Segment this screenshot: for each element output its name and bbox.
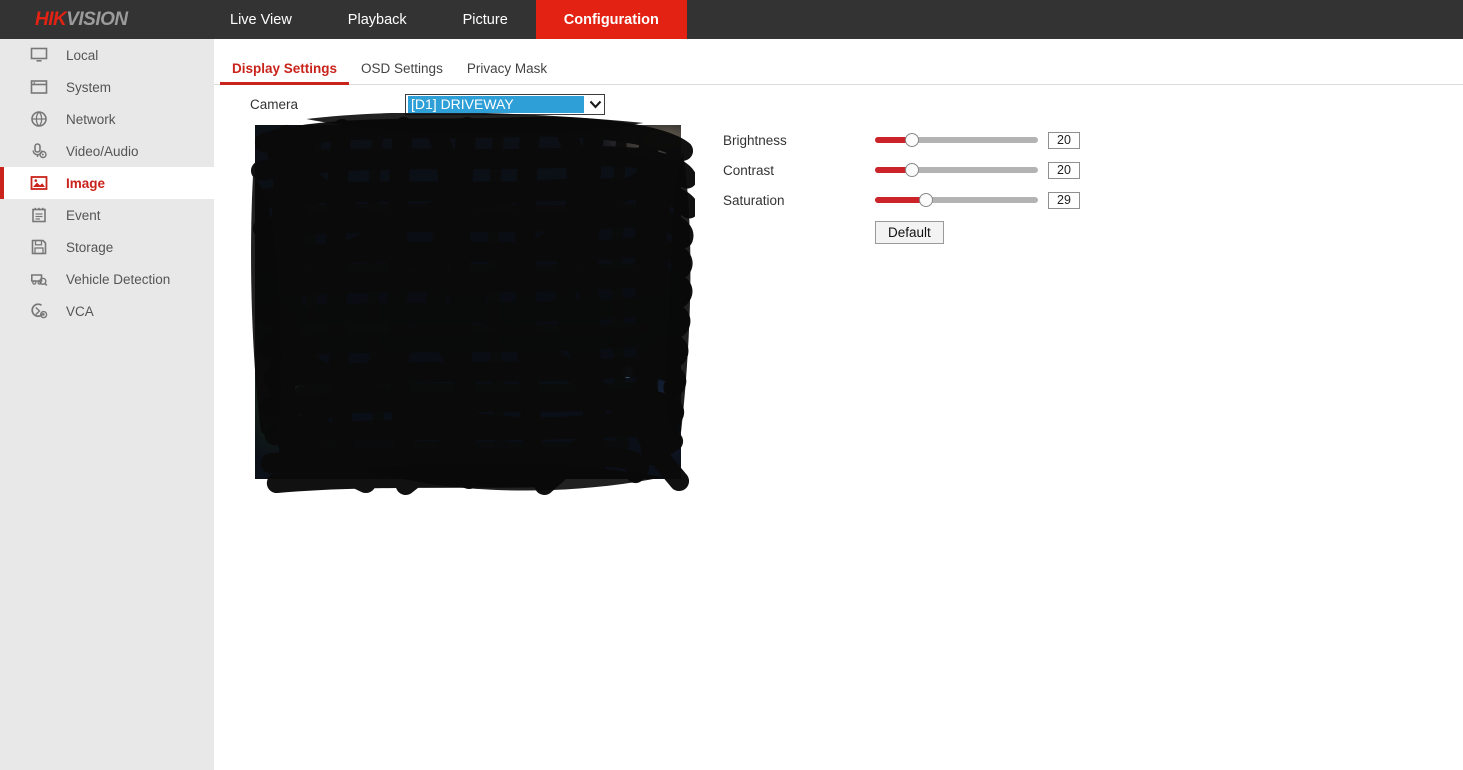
- camera-select[interactable]: [D1] DRIVEWAY: [405, 94, 605, 115]
- slider-thumb[interactable]: [905, 163, 920, 177]
- top-navigation-bar: HIK VISION Live View Playback Picture Con…: [0, 0, 1463, 39]
- sidebar-item-label: Video/Audio: [66, 143, 139, 159]
- floppy-disk-icon: [28, 236, 50, 258]
- tab-osd-settings[interactable]: OSD Settings: [349, 61, 455, 84]
- sidebar-navigation: Local System Network Video/Audio Image E…: [0, 39, 214, 770]
- nav-item-live-view[interactable]: Live View: [202, 0, 320, 39]
- sidebar-item-event[interactable]: Event: [0, 199, 214, 231]
- sidebar-item-label: Local: [66, 47, 99, 63]
- contrast-slider[interactable]: [875, 161, 1038, 179]
- brightness-slider[interactable]: [875, 131, 1038, 149]
- sidebar-item-label: Storage: [66, 239, 114, 255]
- slider-thumb[interactable]: [905, 133, 920, 147]
- vehicle-search-icon: [28, 268, 50, 290]
- contrast-row: Contrast: [723, 155, 1103, 185]
- default-button-row: Default: [723, 215, 1103, 249]
- sidebar-item-vehicle-detection[interactable]: Vehicle Detection: [0, 263, 214, 295]
- contrast-label: Contrast: [723, 162, 775, 178]
- saturation-row: Saturation: [723, 185, 1103, 215]
- sidebar-item-local[interactable]: Local: [0, 39, 214, 71]
- picture-icon: [28, 172, 50, 194]
- main-nav: Live View Playback Picture Configuration: [202, 0, 687, 39]
- sidebar-item-label: System: [66, 79, 112, 95]
- camera-selector-row: Camera [D1] DRIVEWAY: [250, 94, 605, 115]
- saturation-value-input[interactable]: [1048, 191, 1080, 209]
- settings-tabs: Display Settings OSD Settings Privacy Ma…: [214, 53, 1463, 85]
- logo-hik-text: HIK: [35, 8, 67, 30]
- chevron-down-icon[interactable]: [586, 95, 604, 114]
- tab-privacy-mask[interactable]: Privacy Mask: [455, 61, 559, 84]
- calendar-icon: [28, 204, 50, 226]
- nav-item-configuration[interactable]: Configuration: [535, 0, 687, 39]
- sidebar-item-label: Image: [66, 175, 106, 191]
- hikvision-logo: HIK VISION: [0, 0, 145, 39]
- sidebar-item-image[interactable]: Image: [0, 167, 214, 199]
- content-area: Display Settings OSD Settings Privacy Ma…: [214, 39, 1463, 770]
- sidebar-item-system[interactable]: System: [0, 71, 214, 103]
- nav-item-playback[interactable]: Playback: [320, 0, 435, 39]
- sidebar-item-storage[interactable]: Storage: [0, 231, 214, 263]
- microphone-icon: [28, 140, 50, 162]
- camera-select-value: [D1] DRIVEWAY: [408, 96, 584, 113]
- sidebar-item-label: Event: [66, 207, 101, 223]
- sidebar-item-label: Vehicle Detection: [66, 271, 171, 287]
- window-icon: [28, 76, 50, 98]
- saturation-label: Saturation: [723, 192, 785, 208]
- redaction-scribble-overlay: [247, 113, 695, 501]
- sidebar-item-label: Network: [66, 111, 116, 127]
- globe-icon: [28, 108, 50, 130]
- logo-vision-text: VISION: [66, 8, 128, 30]
- slider-fill: [875, 197, 926, 203]
- default-button[interactable]: Default: [875, 220, 944, 244]
- image-adjustment-controls: Brightness Contrast Saturation: [723, 125, 1103, 249]
- nav-item-picture[interactable]: Picture: [435, 0, 536, 39]
- brightness-value-input[interactable]: [1048, 131, 1080, 149]
- sidebar-item-video-audio[interactable]: Video/Audio: [0, 135, 214, 167]
- sidebar-item-network[interactable]: Network: [0, 103, 214, 135]
- tab-display-settings[interactable]: Display Settings: [220, 61, 350, 85]
- monitor-icon: [28, 44, 50, 66]
- contrast-value-input[interactable]: [1048, 161, 1080, 179]
- sidebar-item-vca[interactable]: VCA: [0, 295, 214, 327]
- slider-thumb[interactable]: [918, 193, 933, 207]
- vca-icon: [28, 300, 50, 322]
- camera-label: Camera: [250, 97, 299, 112]
- brightness-label: Brightness: [723, 132, 787, 148]
- sidebar-item-label: VCA: [66, 303, 94, 319]
- brightness-row: Brightness: [723, 125, 1103, 155]
- saturation-slider[interactable]: [875, 191, 1038, 209]
- live-video-preview[interactable]: [250, 113, 695, 496]
